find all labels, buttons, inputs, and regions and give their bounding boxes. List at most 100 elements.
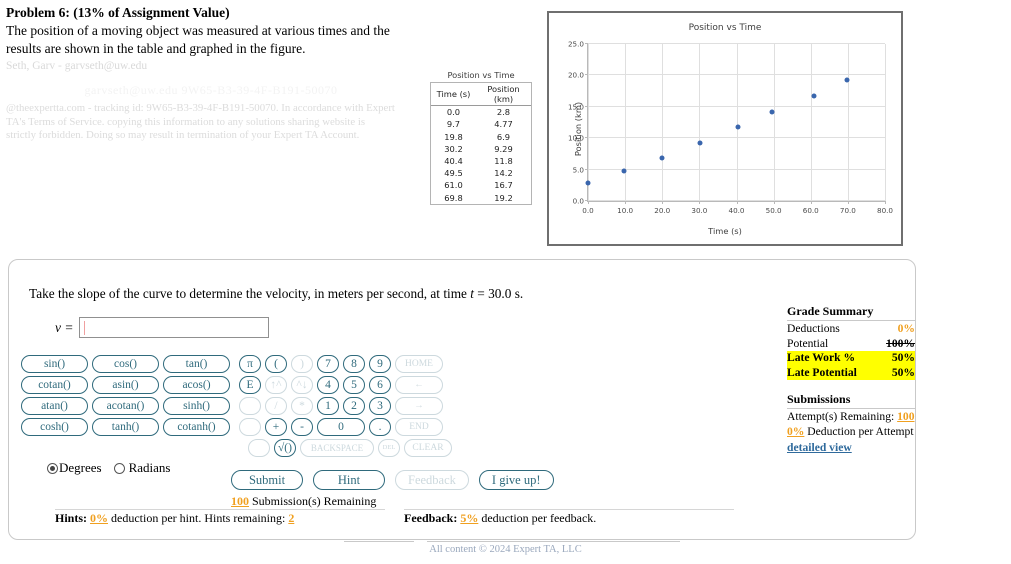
question-text-after: = 30.0 s. <box>473 286 524 301</box>
table-row: 40.4 11.8 <box>431 155 531 167</box>
chart-title: Position vs Time <box>688 23 762 33</box>
problem-header: Problem 6: (13% of Assignment Value) The… <box>6 4 416 143</box>
keypad-button-acos[interactable]: acos() <box>163 376 230 394</box>
keypad-button-blank[interactable]: → <box>395 397 443 415</box>
keypad-button-home[interactable]: HOME <box>395 355 443 373</box>
cell-time: 49.5 <box>444 168 463 179</box>
chart-y-tick-label: 25.0 <box>567 39 584 49</box>
keypad-button-7[interactable]: 7 <box>317 355 339 373</box>
watermark-terms-line1: @theexpertta.com - tracking id: 9W65-B3-… <box>6 102 395 114</box>
cell-position: 16.7 <box>494 180 513 191</box>
keypad-button-2[interactable]: 2 <box>343 397 365 415</box>
keypad-button-blank[interactable]: / <box>265 397 287 415</box>
chart-x-tick-label: 10.0 <box>617 206 634 215</box>
keypad-button-sin[interactable]: sin() <box>21 355 88 373</box>
keypad-row: cosh() tanh() cotanh() + -0. END <box>21 418 456 436</box>
chart-data-point <box>659 155 664 161</box>
keypad-button-acotan[interactable]: acotan() <box>92 397 159 415</box>
chart-gridline-vertical <box>810 44 812 201</box>
keypad-button-atan[interactable]: atan() <box>21 397 88 415</box>
keypad-button-blank[interactable]: ^↓ <box>291 376 313 394</box>
answer-input[interactable] <box>79 317 270 338</box>
keypad-button-del[interactable]: DEL <box>378 439 400 457</box>
keypad-button-blank[interactable]: ( <box>265 355 287 373</box>
keypad-button-end[interactable]: END <box>395 418 443 436</box>
keypad-row: √() BACKSPACE DEL CLEAR <box>243 439 456 457</box>
submissions-remaining: 100 Submission(s) Remaining <box>231 494 376 509</box>
keypad-button-blank[interactable]: ← <box>395 376 443 394</box>
keypad-button-6[interactable]: 6 <box>369 376 391 394</box>
feedback-label: Feedback: <box>404 511 458 525</box>
chart-y-tick-label: 20.0 <box>567 70 584 80</box>
keypad-button-tan[interactable]: tan() <box>163 355 230 373</box>
cell-position: 2.8 <box>496 107 511 118</box>
keypad-button-cotan[interactable]: cotan() <box>21 376 88 394</box>
table-header-position: Position (km) <box>476 83 531 107</box>
give-up-button[interactable]: I give up! <box>478 470 554 490</box>
footer-divider-left <box>344 541 414 542</box>
problem-title: Problem 6: (13% of Assignment Value) <box>6 5 230 20</box>
keypad-button-4[interactable]: 4 <box>317 376 339 394</box>
keypad-button-blank[interactable]: - <box>291 418 313 436</box>
chart-data-point <box>735 124 741 130</box>
answer-label: v = <box>55 319 74 335</box>
table-row: 30.2 9.29 <box>431 143 531 155</box>
grade-row-value: 0% <box>897 322 915 335</box>
submit-button[interactable]: Submit <box>231 470 303 490</box>
cell-time: 40.4 <box>444 156 463 167</box>
keypad-button-blank <box>239 418 261 436</box>
keypad-button-blank[interactable]: √() <box>274 439 296 457</box>
chart-data-point <box>844 77 850 83</box>
detailed-view-link[interactable]: detailed view <box>787 440 915 455</box>
footer-divider-right <box>427 541 680 542</box>
watermark-terms: @theexpertta.com - tracking id: 9W65-B3-… <box>6 102 416 143</box>
chart-gridline-vertical <box>662 44 664 201</box>
keypad-button-blank[interactable]: π <box>239 355 261 373</box>
attempts-remaining-value: 100 <box>897 410 915 424</box>
radio-degrees[interactable] <box>47 462 58 474</box>
grade-row-value: 50% <box>891 365 915 379</box>
keypad-button-5[interactable]: 5 <box>343 376 365 394</box>
keypad-button-blank <box>239 397 261 415</box>
keypad-button-blank[interactable]: + <box>265 418 287 436</box>
keypad-button-cotanh[interactable]: cotanh() <box>163 418 230 436</box>
keypad-button-blank[interactable]: ↑^ <box>265 376 287 394</box>
cell-position: 14.2 <box>494 168 513 179</box>
keypad-button-blank[interactable]: ) <box>291 355 313 373</box>
hint-button[interactable]: Hint <box>313 470 385 490</box>
keypad-row: sin() cos() tan() π() 7 8 9 HOME <box>21 355 456 373</box>
keypad-button-cos[interactable]: cos() <box>92 355 159 373</box>
hints-label: Hints: <box>55 511 88 525</box>
chart-x-tick-mark <box>885 201 886 204</box>
chart-x-tick-mark <box>699 201 701 204</box>
radio-radians[interactable] <box>113 462 125 474</box>
keypad-button-backspace[interactable]: BACKSPACE <box>300 439 374 457</box>
chart-x-tick-mark <box>773 201 775 204</box>
text-caret <box>84 321 86 335</box>
keypad-button-blank[interactable]: . <box>369 418 391 436</box>
keypad-button-asin[interactable]: asin() <box>92 376 159 394</box>
keypad-button-9[interactable]: 9 <box>369 355 391 373</box>
grade-summary-title: Grade Summary <box>787 304 915 321</box>
table-header-time: Time (s) <box>431 83 476 107</box>
keypad-button-cosh[interactable]: cosh() <box>21 418 88 436</box>
keypad-button-e[interactable]: E <box>239 376 261 394</box>
chart-data-point <box>697 140 703 146</box>
keypad-button-blank[interactable]: * <box>291 397 313 415</box>
keypad-button-0[interactable]: 0 <box>317 418 365 436</box>
chart-x-tick-label: 20.0 <box>654 206 671 215</box>
keypad-button-1[interactable]: 1 <box>317 397 339 415</box>
cell-position: 4.77 <box>494 119 513 130</box>
chart-gridline-vertical <box>885 44 886 201</box>
feedback-button[interactable]: Feedback <box>395 470 469 490</box>
keypad-button-8[interactable]: 8 <box>343 355 365 373</box>
keypad-button-sinh[interactable]: sinh() <box>163 397 230 415</box>
keypad-button-3[interactable]: 3 <box>369 397 391 415</box>
chart-gridline-vertical <box>625 44 627 201</box>
position-time-table: Position vs Time Time (s) Position (km) … <box>430 70 532 205</box>
chart-x-axis-label: Time (s) <box>708 226 742 236</box>
keypad-button-tanh[interactable]: tanh() <box>92 418 159 436</box>
chart-x-tick-mark <box>810 201 812 204</box>
chart-x-tick-mark <box>625 201 627 204</box>
keypad-button-clear[interactable]: CLEAR <box>404 439 452 457</box>
